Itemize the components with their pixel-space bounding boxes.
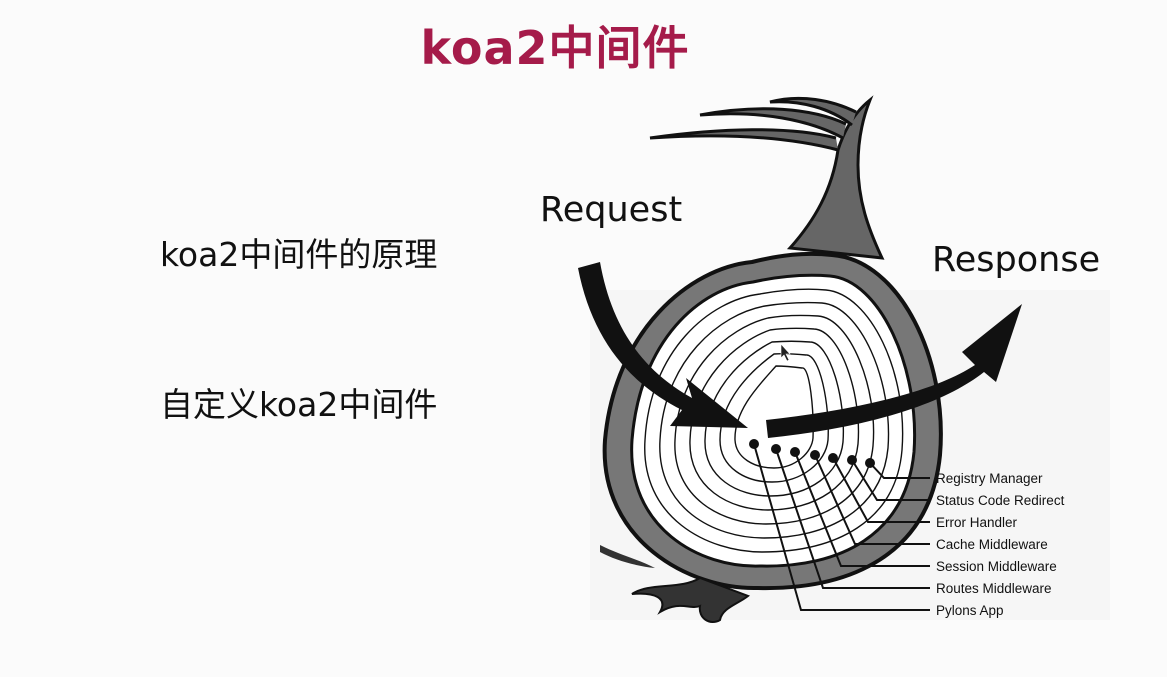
onion-sprout	[649, 128, 839, 152]
layer-label-status-code-redirect: Status Code Redirect	[936, 493, 1065, 508]
layer-dot	[865, 458, 875, 468]
onion-diagram: Request Response Registry Manager Status…	[540, 95, 1110, 624]
layer-label-cache-middleware: Cache Middleware	[936, 537, 1048, 552]
request-label: Request	[540, 190, 682, 230]
layer-dot	[771, 444, 781, 454]
layer-dot	[810, 450, 820, 460]
layer-dot	[749, 439, 759, 449]
layer-label-registry-manager: Registry Manager	[936, 471, 1043, 486]
layer-dot	[847, 455, 857, 465]
layer-label-session-middleware: Session Middleware	[936, 559, 1057, 574]
layer-dot	[828, 453, 838, 463]
layer-label-pylons-app: Pylons App	[936, 603, 1004, 618]
response-label: Response	[932, 240, 1100, 280]
layer-label-routes-middleware: Routes Middleware	[936, 581, 1052, 596]
layer-label-error-handler: Error Handler	[936, 515, 1018, 530]
layer-dot	[790, 447, 800, 457]
